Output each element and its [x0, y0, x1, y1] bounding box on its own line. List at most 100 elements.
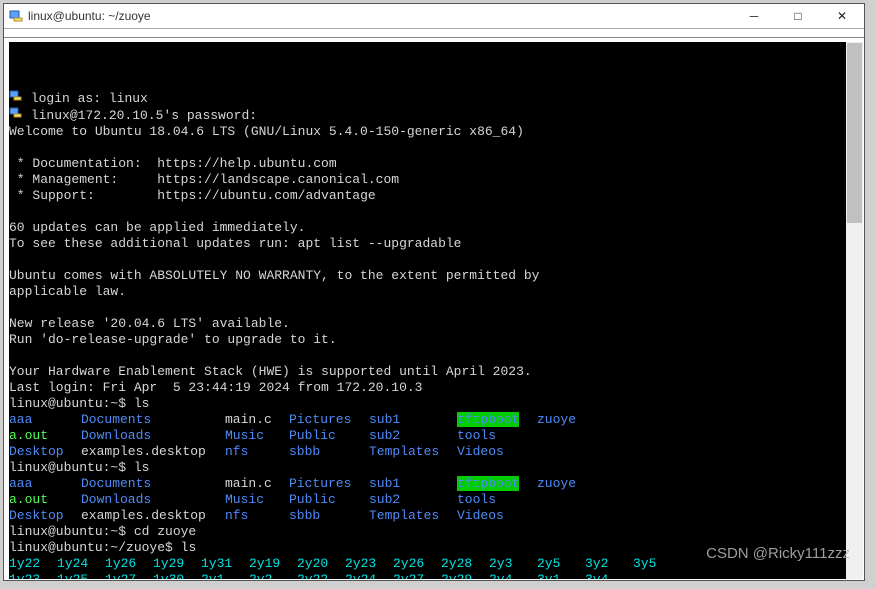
zuoye-ls-row: 1y231y251y271y302y12y22y222y242y272y292y… — [9, 572, 633, 579]
ls-item: 2y5 — [537, 556, 585, 572]
close-button[interactable]: ✕ — [820, 4, 864, 28]
ls-item: 2y20 — [297, 556, 345, 572]
ls-item: Downloads — [81, 492, 225, 508]
ls-item: 1y31 — [201, 556, 249, 572]
updates-line-1: 60 updates can be applied immediately. — [9, 220, 305, 235]
watermark: CSDN @Ricky111zzz — [706, 545, 850, 562]
ls-item: Public — [289, 492, 369, 508]
ls-item: tools — [457, 492, 496, 507]
ls-item: aaa — [9, 476, 81, 492]
ls-item: examples.desktop — [81, 508, 225, 524]
mgmt-url: https://landscape.canonical.com — [157, 172, 399, 187]
ls-item: Documents — [81, 476, 225, 492]
doc-label: * Documentation: — [9, 156, 157, 171]
ls-item: Templates — [369, 444, 457, 460]
cmd-cd: cd zuoye — [134, 524, 196, 539]
toolbar-strip — [4, 29, 864, 38]
sup-url: https://ubuntu.com/advantage — [157, 188, 375, 203]
ls-item: 2y29 — [441, 572, 489, 579]
ls-item: Music — [225, 492, 289, 508]
ls-item: zuoye — [537, 476, 576, 491]
cmd-ls: ls — [134, 396, 150, 411]
ls-item: 2y27 — [393, 572, 441, 579]
welcome-line: Welcome to Ubuntu 18.04.6 LTS (GNU/Linux… — [9, 124, 524, 139]
ls-item: 2y3 — [489, 556, 537, 572]
cmd-ls: ls — [181, 540, 197, 555]
ls-item: sbbb — [289, 508, 369, 524]
ls-item: sub1 — [369, 476, 457, 492]
prompt-home: linux@ubuntu:~$ — [9, 524, 134, 539]
warranty-line-1: Ubuntu comes with ABSOLUTELY NO WARRANTY… — [9, 268, 540, 283]
ls-item: Documents — [81, 412, 225, 428]
prompt-home: linux@ubuntu:~$ — [9, 396, 134, 411]
ls-item: 2y1 — [201, 572, 249, 579]
ls-item: a.out — [9, 492, 81, 508]
zuoye-ls-row: 1y221y241y261y291y312y192y202y232y262y28… — [9, 556, 681, 571]
ls-item: sub1 — [369, 412, 457, 428]
ls-item: Videos — [457, 508, 504, 523]
ls-item: main.c — [225, 412, 289, 428]
ls-item: Desktop — [9, 444, 81, 460]
ls-item: 2y19 — [249, 556, 297, 572]
terminal-content: login as: linux linux@172.20.10.5's pass… — [9, 74, 863, 579]
ls-item: sub2 — [369, 492, 457, 508]
ls-item: Desktop — [9, 508, 81, 524]
ls-item: 1y26 — [105, 556, 153, 572]
doc-url: https://help.ubuntu.com — [157, 156, 336, 171]
minimize-button[interactable]: ─ — [732, 4, 776, 28]
ls-item: 1y22 — [9, 556, 57, 572]
ls-item: 1y24 — [57, 556, 105, 572]
ls-item: 2y28 — [441, 556, 489, 572]
scrollbar[interactable] — [846, 42, 863, 579]
sup-label: * Support: — [9, 188, 157, 203]
ls-item: 2y22 — [297, 572, 345, 579]
prompt-zuoye: linux@ubuntu:~/zuoye$ — [9, 540, 181, 555]
app-window: linux@ubuntu: ~/zuoye ─ □ ✕ login as: li… — [3, 3, 865, 581]
scrollbar-thumb[interactable] — [847, 43, 862, 223]
ls-item: nfs — [225, 444, 289, 460]
ls-item: tftpboot — [457, 412, 519, 427]
ls-item: 2y24 — [345, 572, 393, 579]
mgmt-label: * Management: — [9, 172, 157, 187]
ls-item: a.out — [9, 428, 81, 444]
ls-item: sub2 — [369, 428, 457, 444]
ls-item: 1y30 — [153, 572, 201, 579]
ls-item: Downloads — [81, 428, 225, 444]
updates-line-2: To see these additional updates run: apt… — [9, 236, 461, 251]
ls-item: 3y5 — [633, 556, 681, 572]
login-user: linux — [109, 91, 148, 106]
terminal[interactable]: login as: linux linux@172.20.10.5's pass… — [9, 42, 863, 579]
ls-item: 1y25 — [57, 572, 105, 579]
ls-item: 3y4 — [585, 572, 633, 579]
putty-icon — [9, 107, 23, 124]
ls-item: 1y27 — [105, 572, 153, 579]
ls-item: Videos — [457, 444, 504, 459]
lastlogin-line: Last login: Fri Apr 5 23:44:19 2024 from… — [9, 380, 422, 395]
ls-item: 1y23 — [9, 572, 57, 579]
hwe-line: Your Hardware Enablement Stack (HWE) is … — [9, 364, 532, 379]
login-as-label: login as: — [31, 91, 101, 106]
putty-icon — [9, 90, 23, 107]
ls-item: 2y23 — [345, 556, 393, 572]
ls-item: 3y1 — [537, 572, 585, 579]
maximize-button[interactable]: □ — [776, 4, 820, 28]
ls-item: aaa — [9, 412, 81, 428]
ls-item: Templates — [369, 508, 457, 524]
cmd-ls: ls — [134, 460, 150, 475]
ls-item: tools — [457, 428, 496, 443]
ls-item: sbbb — [289, 444, 369, 460]
newrelease-line-1: New release '20.04.6 LTS' available. — [9, 316, 290, 331]
ls-item: 2y26 — [393, 556, 441, 572]
ls-item: Music — [225, 428, 289, 444]
ls-item: examples.desktop — [81, 444, 225, 460]
putty-icon — [8, 8, 24, 24]
newrelease-line-2: Run 'do-release-upgrade' to upgrade to i… — [9, 332, 337, 347]
ls-item: main.c — [225, 476, 289, 492]
ls-item: 2y4 — [489, 572, 537, 579]
titlebar[interactable]: linux@ubuntu: ~/zuoye ─ □ ✕ — [4, 4, 864, 29]
prompt-home: linux@ubuntu:~$ — [9, 460, 134, 475]
warranty-line-2: applicable law. — [9, 284, 126, 299]
ls-item: 3y2 — [585, 556, 633, 572]
ls-item: Pictures — [289, 476, 369, 492]
ls-item: 1y29 — [153, 556, 201, 572]
